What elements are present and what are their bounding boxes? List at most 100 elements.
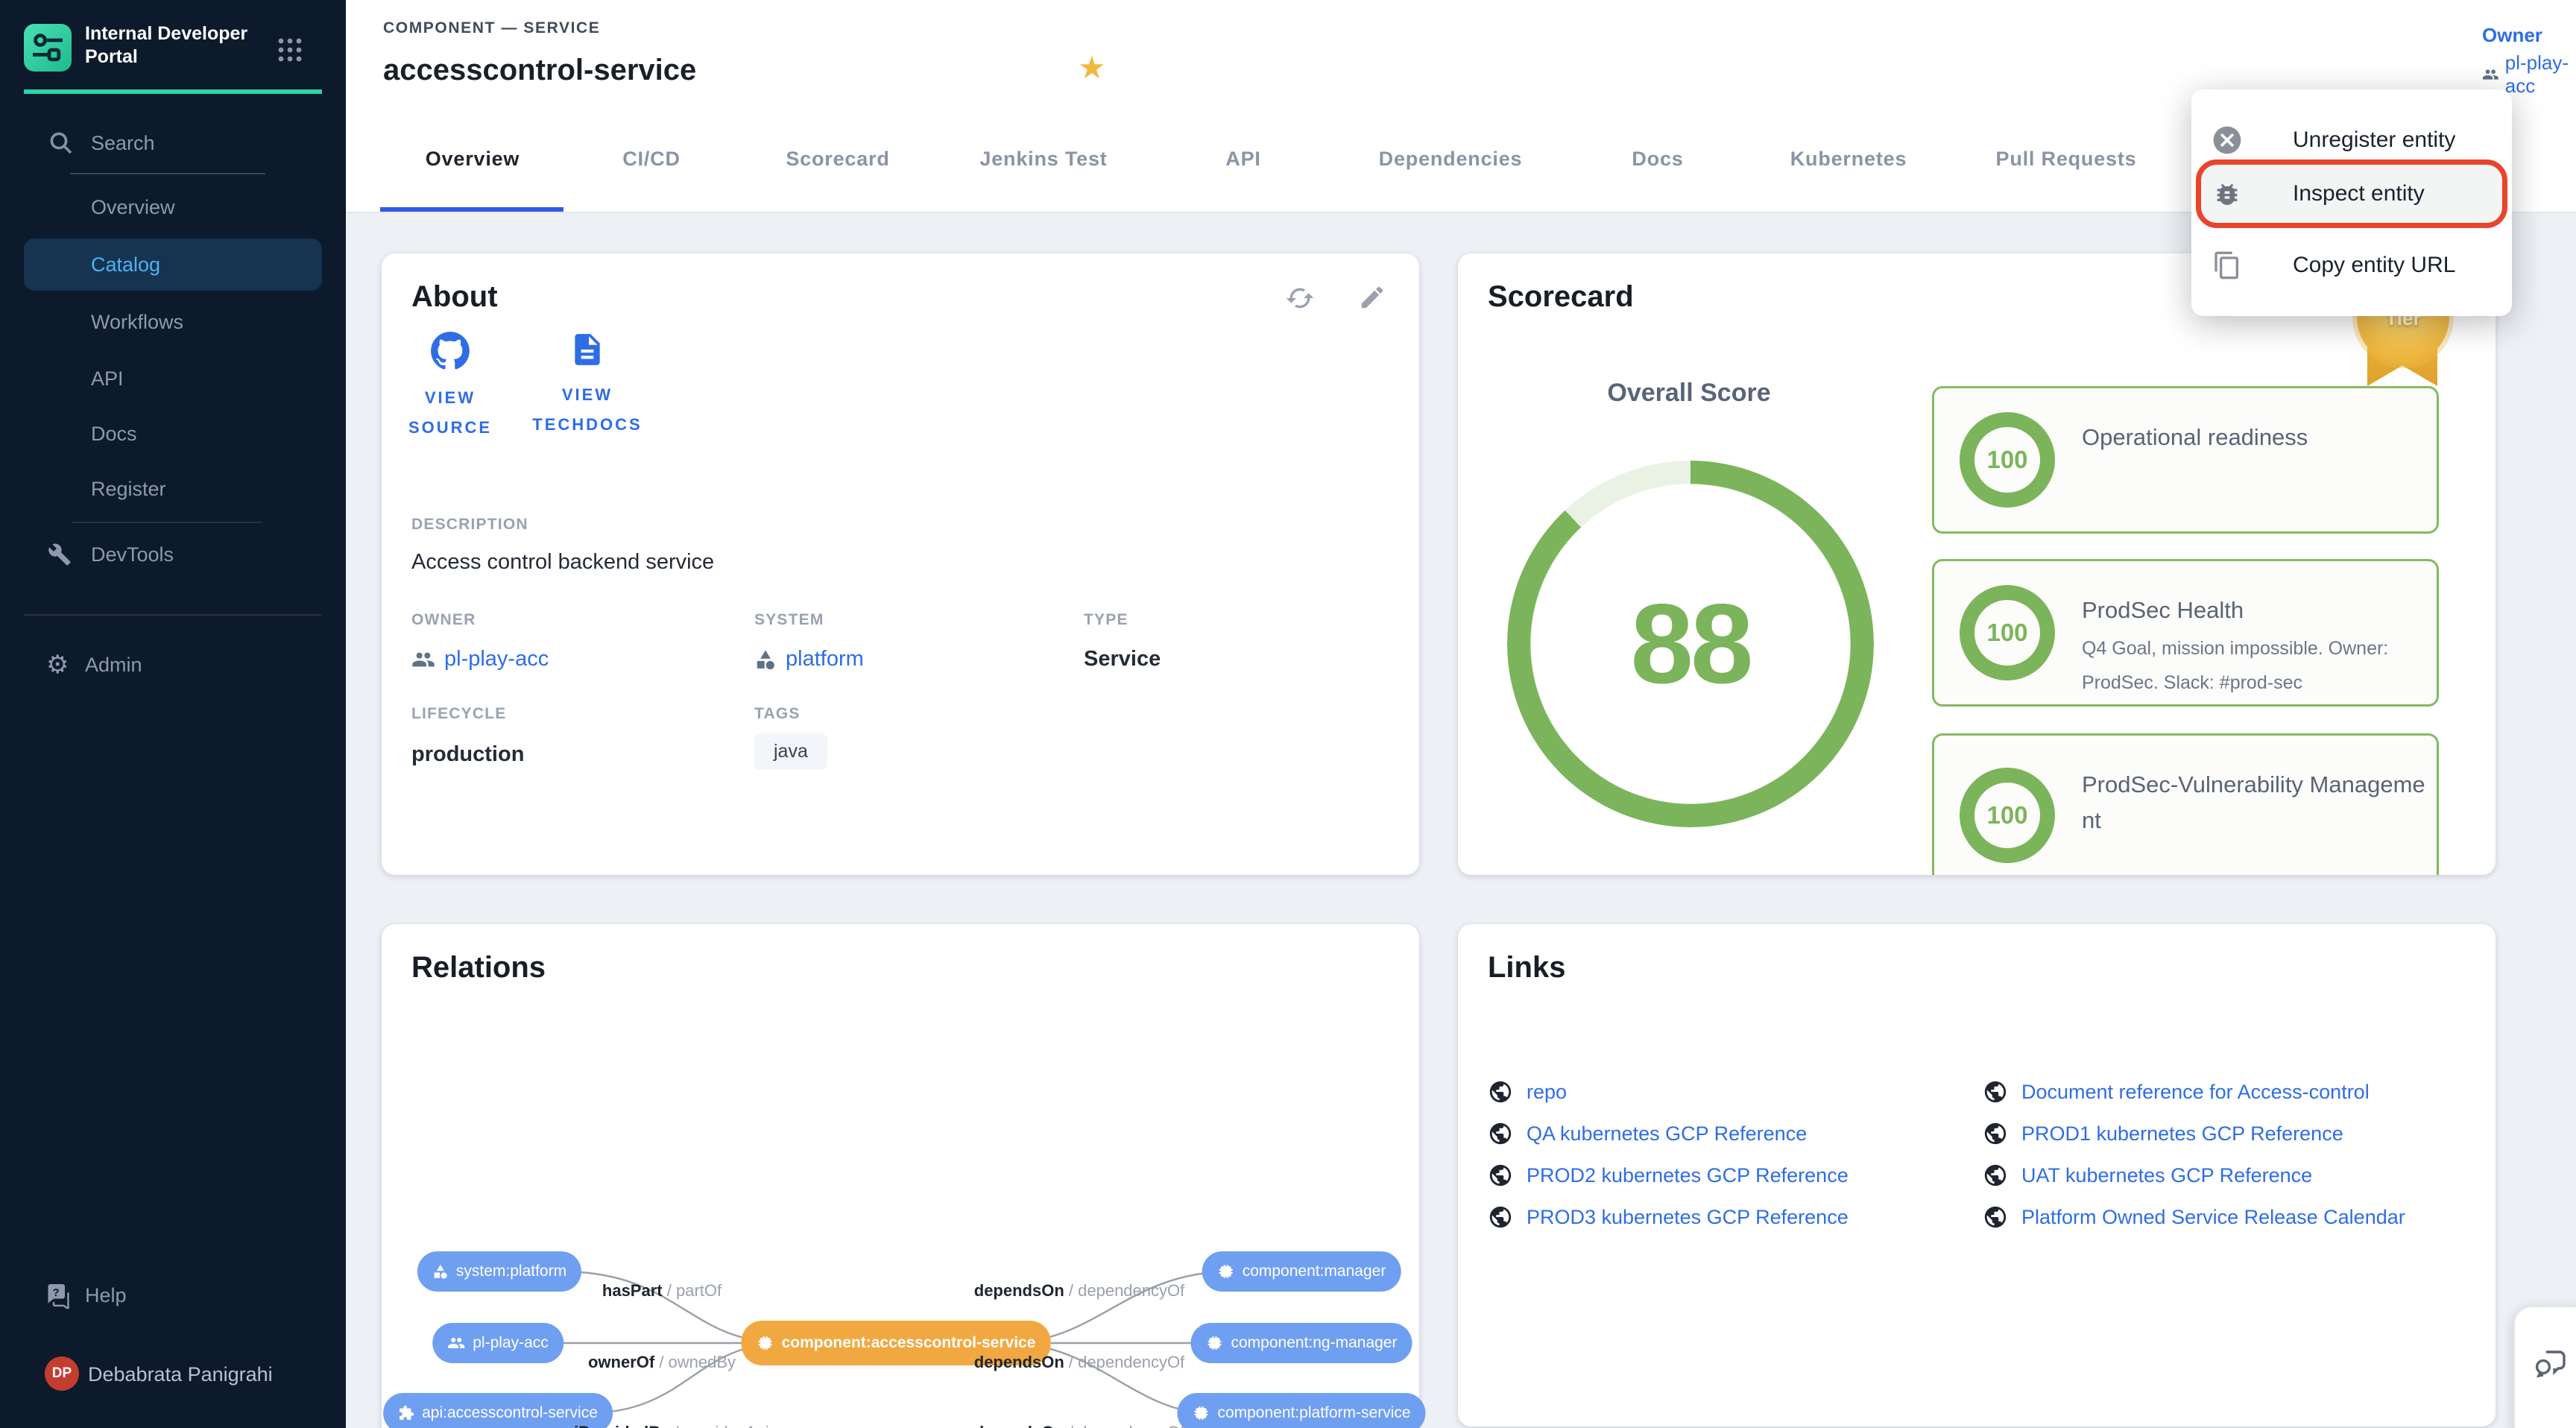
score-item-title: ProdSec Health — [2082, 593, 2437, 628]
lifecycle-field-label: LIFECYCLE — [411, 705, 506, 723]
link-repo[interactable]: repo — [1488, 1079, 1567, 1105]
link-qa-kubernetes[interactable]: QA kubernetes GCP Reference — [1488, 1121, 1807, 1146]
internal-developer-portal: Internal Developer Portal Search Overvie… — [0, 0, 2576, 1428]
sidebar-item-label: Workflows — [91, 311, 183, 334]
scorecard-item[interactable]: 100 Operational readiness — [1932, 386, 2439, 534]
sidebar-item-register[interactable]: Register — [0, 464, 346, 514]
link-uat-kubernetes[interactable]: UAT kubernetes GCP Reference — [1983, 1163, 2312, 1188]
relation-node-system-platform[interactable]: system:platform — [417, 1251, 581, 1292]
search-icon — [49, 131, 73, 155]
copy-icon — [2209, 247, 2245, 283]
link-prod3-kubernetes[interactable]: PROD3 kubernetes GCP Reference — [1488, 1204, 1849, 1230]
links-title: Links — [1488, 951, 1565, 985]
tab-overview[interactable]: Overview — [411, 106, 534, 212]
owner-field-value[interactable]: pl-play-acc — [411, 647, 549, 672]
tags-field-label: TAGS — [754, 705, 801, 723]
search-underline — [70, 173, 265, 174]
menu-item-inspect-entity[interactable]: Inspect entity — [2191, 164, 2512, 224]
sidebar-user[interactable]: DP Debabrata Panigrahi — [0, 1349, 346, 1400]
globe-icon — [1983, 1121, 2008, 1146]
scorecard-card: Scorecard Tier Overall Score 88 100 Oper… — [1458, 253, 2496, 875]
type-field-value: Service — [1084, 647, 1161, 672]
system-icon — [754, 648, 777, 671]
tab-cicd[interactable]: CI/CD — [607, 106, 695, 212]
view-techdocs-link[interactable]: VIEWTECHDOCS — [520, 331, 654, 440]
svg-text:?: ? — [53, 1286, 60, 1299]
globe-icon — [1488, 1204, 1513, 1230]
tag-chip[interactable]: java — [754, 733, 827, 770]
score-ring: 100 — [1960, 412, 2055, 508]
chat-bubbles-icon — [2533, 1346, 2569, 1382]
link-doc-reference[interactable]: Document reference for Access-control — [1983, 1079, 2370, 1105]
scorecard-item[interactable]: 100 ProdSec-Vulnerability Management — [1932, 733, 2439, 875]
sidebar-search[interactable]: Search — [0, 118, 346, 168]
about-card: About VIEWSOURCE VIEWTECHDOCS DESCRIPTIO… — [382, 253, 1419, 875]
view-source-link[interactable]: VIEWSOURCE — [383, 331, 517, 443]
sidebar: Internal Developer Portal Search Overvie… — [0, 0, 346, 1428]
tab-api[interactable]: API — [1210, 106, 1275, 212]
tab-scorecard[interactable]: Scorecard — [771, 106, 904, 212]
feedback-chat-button[interactable] — [2513, 1306, 2576, 1428]
sidebar-divider — [24, 614, 322, 616]
sidebar-item-catalog[interactable]: Catalog — [0, 238, 346, 291]
tab-docs[interactable]: Docs — [1617, 106, 1698, 212]
app-logo-icon[interactable] — [24, 24, 72, 72]
score-item-title: ProdSec-Vulnerability Management — [2082, 767, 2437, 838]
description-label: DESCRIPTION — [411, 516, 528, 534]
favorite-star-icon[interactable]: ★ — [1078, 49, 1106, 86]
app-title: Internal Developer Portal — [85, 22, 249, 69]
page-title: accesscontrol-service — [383, 54, 696, 87]
menu-item-unregister-entity[interactable]: Unregister entity — [2191, 110, 2512, 170]
globe-icon — [1983, 1079, 2008, 1105]
people-icon — [411, 648, 435, 672]
links-card: Links repo QA kubernetes GCP Reference P… — [1458, 924, 2496, 1427]
sidebar-item-label: Help — [85, 1284, 127, 1307]
edge-label: ownerOf / ownedBy — [588, 1353, 736, 1372]
score-ring: 100 — [1960, 585, 2055, 680]
tab-pull-requests[interactable]: Pull Requests — [1981, 106, 2152, 212]
sidebar-item-api[interactable]: API — [0, 353, 346, 404]
refresh-icon[interactable] — [1285, 283, 1315, 313]
link-release-calendar[interactable]: Platform Owned Service Release Calendar — [1983, 1204, 2405, 1230]
cancel-circle-icon — [2209, 122, 2245, 158]
globe-icon — [1488, 1121, 1513, 1146]
help-chat-icon: ? — [45, 1282, 72, 1309]
relation-node-component-platform-service[interactable]: component:platform-service — [1177, 1393, 1425, 1428]
user-name: Debabrata Panigrahi — [88, 1363, 273, 1386]
gear-icon: ⚙ — [46, 653, 69, 677]
score-ring: 100 — [1960, 768, 2055, 863]
edge-label: dependsOn / dependencyOf — [974, 1353, 1184, 1372]
edge-label: dependsOn / dependencyOf — [974, 1423, 1184, 1428]
system-field-value[interactable]: platform — [754, 647, 864, 672]
edge-label: hasPart / partOf — [602, 1281, 722, 1301]
search-label: Search — [91, 132, 155, 155]
relation-node-component-manager[interactable]: component:manager — [1202, 1251, 1401, 1292]
sidebar-item-docs[interactable]: Docs — [0, 408, 346, 459]
globe-icon — [1488, 1163, 1513, 1188]
sidebar-item-workflows[interactable]: Workflows — [0, 297, 346, 347]
description-value: Access control backend service — [411, 550, 714, 575]
sidebar-item-devtools[interactable]: DevTools — [0, 529, 346, 580]
overall-score-label: Overall Score — [1547, 379, 1831, 408]
overall-score-value: 88 — [1507, 461, 1874, 827]
apps-grid-icon[interactable] — [277, 37, 303, 63]
breadcrumb: COMPONENT — SERVICE — [383, 19, 600, 37]
tab-jenkins-test[interactable]: Jenkins Test — [965, 106, 1122, 212]
menu-item-copy-entity-url[interactable]: Copy entity URL — [2191, 236, 2512, 295]
relation-node-component-ng-manager[interactable]: component:ng-manager — [1191, 1323, 1412, 1363]
tab-kubernetes[interactable]: Kubernetes — [1775, 106, 1922, 212]
scorecard-item[interactable]: 100 ProdSec Health Q4 Goal, mission impo… — [1932, 559, 2439, 707]
sidebar-item-label: Overview — [91, 196, 175, 219]
sidebar-item-help[interactable]: ? Help — [0, 1270, 346, 1321]
user-avatar: DP — [45, 1356, 79, 1391]
sidebar-item-label: Register — [91, 478, 166, 501]
relation-node-pl-play-acc[interactable]: pl-play-acc — [432, 1323, 564, 1363]
tab-dependencies[interactable]: Dependencies — [1364, 106, 1538, 212]
sidebar-item-admin[interactable]: ⚙ Admin — [0, 639, 346, 690]
globe-icon — [1983, 1204, 2008, 1230]
sidebar-item-overview[interactable]: Overview — [0, 182, 346, 233]
link-prod1-kubernetes[interactable]: PROD1 kubernetes GCP Reference — [1983, 1121, 2343, 1146]
techdocs-icon — [569, 331, 606, 368]
edit-pencil-icon[interactable] — [1358, 283, 1386, 312]
link-prod2-kubernetes[interactable]: PROD2 kubernetes GCP Reference — [1488, 1163, 1849, 1188]
